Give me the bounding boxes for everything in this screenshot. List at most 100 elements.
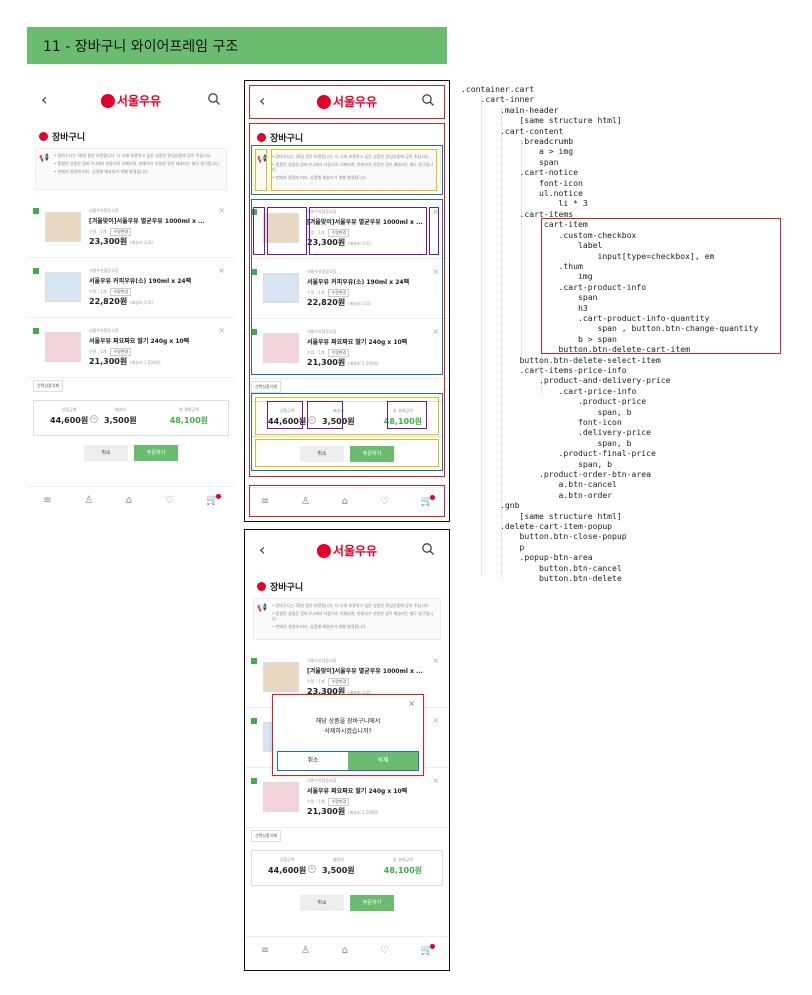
close-icon[interactable]: × <box>408 699 415 708</box>
change-quantity-button[interactable]: 수량변경 <box>328 349 350 357</box>
search-icon[interactable] <box>421 541 435 555</box>
product-name[interactable]: [겨울맞이]서울우유 멸균우유 1000ml x ... <box>307 217 423 226</box>
checkbox[interactable] <box>251 778 257 784</box>
heart-icon[interactable]: ♡ <box>380 945 389 956</box>
change-quantity-button[interactable]: 수량변경 <box>328 678 350 686</box>
wireframe-plain: ‹ 서울우유 장바구니 📢 • 장바구니는 30일 동안 보관됩니다. 더 오래 보관하… <box>27 80 235 520</box>
product-thumbnail[interactable] <box>263 213 299 243</box>
search-icon[interactable] <box>421 92 435 106</box>
delete-selected-button[interactable]: 선택상품삭제 <box>251 381 282 393</box>
indent-guide <box>521 140 522 360</box>
change-quantity-button[interactable]: 수량변경 <box>110 348 132 356</box>
product-thumbnail[interactable] <box>45 212 81 242</box>
final-price-value: 48,100원 <box>383 866 422 875</box>
delete-selected-button[interactable]: 선택상품삭제 <box>251 830 282 842</box>
checkbox[interactable] <box>33 208 39 214</box>
change-quantity-button[interactable]: 수량변경 <box>328 229 350 237</box>
user-icon[interactable]: ♙ <box>84 495 93 506</box>
user-icon[interactable]: ♙ <box>301 945 310 956</box>
logo-mark-icon <box>316 543 331 558</box>
code-line: span, b <box>461 458 613 469</box>
delete-item-icon[interactable]: × <box>432 327 439 336</box>
change-quantity-button[interactable]: 수량변경 <box>110 288 132 296</box>
final-price: 총 결제금액 48,100원 <box>383 408 422 426</box>
cart-notice: 📢 • 장바구니는 30일 동안 보관됩니다. 더 오래 보관하고 싶은 상품은 … <box>253 598 441 640</box>
product-brand: 서울우유협동조합 <box>307 778 337 783</box>
product-brand: 서울우유협동조합 <box>307 329 337 334</box>
delete-item-icon[interactable]: × <box>432 776 439 785</box>
product-name[interactable]: 서울우유 커피우유(소) 190ml x 24팩 <box>89 276 191 285</box>
delete-item-icon[interactable]: × <box>432 656 439 665</box>
product-name[interactable]: [겨울맞이]서울우유 멸균우유 1000ml x ... <box>89 216 205 225</box>
cart-icon[interactable]: 🛒 <box>421 495 436 507</box>
code-line: button.btn-close-popup <box>461 531 627 542</box>
change-quantity-button[interactable]: 수량변경 <box>328 289 350 297</box>
checkbox[interactable] <box>251 718 257 724</box>
brand-logo[interactable]: 서울우유 <box>100 92 161 109</box>
product-thumbnail[interactable] <box>263 662 299 692</box>
order-button[interactable]: 주문하기 <box>350 895 394 911</box>
brand-name: 서울우유 <box>332 95 378 109</box>
chevron-left-icon[interactable]: ‹ <box>259 93 265 109</box>
code-line: [same structure html] <box>461 115 622 126</box>
code-line: .gnb <box>461 500 520 511</box>
popup-line-2: 삭제하시겠습니까? <box>324 728 372 735</box>
notice-item: • 품절된 상품은 장바구니에서 자동으로 삭제되며, 판매자가 선정한 경우 … <box>272 162 434 172</box>
product-thumbnail[interactable] <box>263 782 299 812</box>
order-button[interactable]: 주문하기 <box>134 445 178 461</box>
cart-icon[interactable]: 🛒 <box>206 494 222 506</box>
popup-delete-button[interactable]: 삭제 <box>348 752 418 770</box>
delete-item-icon[interactable]: × <box>218 206 225 215</box>
delete-item-icon[interactable]: × <box>432 267 439 276</box>
product-thumbnail[interactable] <box>45 272 81 302</box>
user-icon[interactable]: ♙ <box>301 496 310 507</box>
delete-item-icon[interactable]: × <box>218 266 225 275</box>
product-name[interactable]: 서울우유 짜요짜요 딸기 240g x 10팩 <box>89 336 189 345</box>
brand-logo[interactable]: 서울우유 <box>316 542 378 559</box>
checkbox[interactable] <box>33 268 39 274</box>
delete-item-icon[interactable]: × <box>432 207 439 216</box>
checkbox[interactable] <box>251 269 257 275</box>
menu-icon[interactable]: ≡ <box>261 496 269 507</box>
change-quantity-button[interactable]: 수량변경 <box>328 798 350 806</box>
checkbox[interactable] <box>251 329 257 335</box>
product-name[interactable]: [겨울맞이]서울우유 멸균우유 1000ml x ... <box>307 666 423 675</box>
checkbox[interactable] <box>33 328 39 334</box>
menu-icon[interactable]: ≡ <box>43 495 51 506</box>
brand-logo[interactable]: 서울우유 <box>316 93 378 110</box>
home-icon[interactable]: ⌂ <box>342 496 348 507</box>
product-name[interactable]: 서울우유 짜요짜요 딸기 240g x 10팩 <box>307 337 407 346</box>
change-quantity-button[interactable]: 수량변경 <box>110 228 132 236</box>
delete-selected-button[interactable]: 선택상품삭제 <box>33 380 64 392</box>
order-button[interactable]: 주문하기 <box>350 446 394 462</box>
heart-icon[interactable]: ♡ <box>380 496 389 507</box>
product-name[interactable]: 서울우유 짜요짜요 딸기 240g x 10팩 <box>307 786 407 795</box>
heart-icon[interactable]: ♡ <box>165 495 174 506</box>
product-thumbnail[interactable] <box>263 273 299 303</box>
brand-name: 서울우유 <box>332 544 378 558</box>
cancel-button[interactable]: 취소 <box>300 895 344 911</box>
menu-icon[interactable]: ≡ <box>261 945 269 956</box>
cancel-button[interactable]: 취소 <box>84 445 128 461</box>
cart-title: 장바구니 <box>270 134 304 144</box>
checkbox[interactable] <box>251 209 257 215</box>
plus-icon: + <box>90 415 98 423</box>
code-line: font-icon <box>461 417 622 427</box>
product-name[interactable]: 서울우유 커피우유(소) 190ml x 24팩 <box>307 277 409 286</box>
home-icon[interactable]: ⌂ <box>126 495 132 506</box>
code-line: .cart-notice <box>461 167 578 178</box>
delete-item-icon[interactable]: × <box>218 326 225 335</box>
product-price-total: 상품금액 44,600원 <box>268 857 307 875</box>
delete-item-icon[interactable]: × <box>432 716 439 725</box>
home-icon[interactable]: ⌂ <box>342 945 348 956</box>
cancel-button[interactable]: 취소 <box>300 446 344 462</box>
checkbox[interactable] <box>251 658 257 664</box>
product-thumbnail[interactable] <box>45 332 81 362</box>
cart-icon[interactable]: 🛒 <box>421 944 436 956</box>
popup-cancel-button[interactable]: 취소 <box>278 752 348 770</box>
price-summary: 상품금액 44,600원 + 배송비 3,500원 총 결제금액 48,100원 <box>251 850 443 886</box>
chevron-left-icon[interactable]: ‹ <box>41 92 47 108</box>
search-icon[interactable] <box>207 91 221 105</box>
product-thumbnail[interactable] <box>263 333 299 363</box>
chevron-left-icon[interactable]: ‹ <box>259 542 265 558</box>
